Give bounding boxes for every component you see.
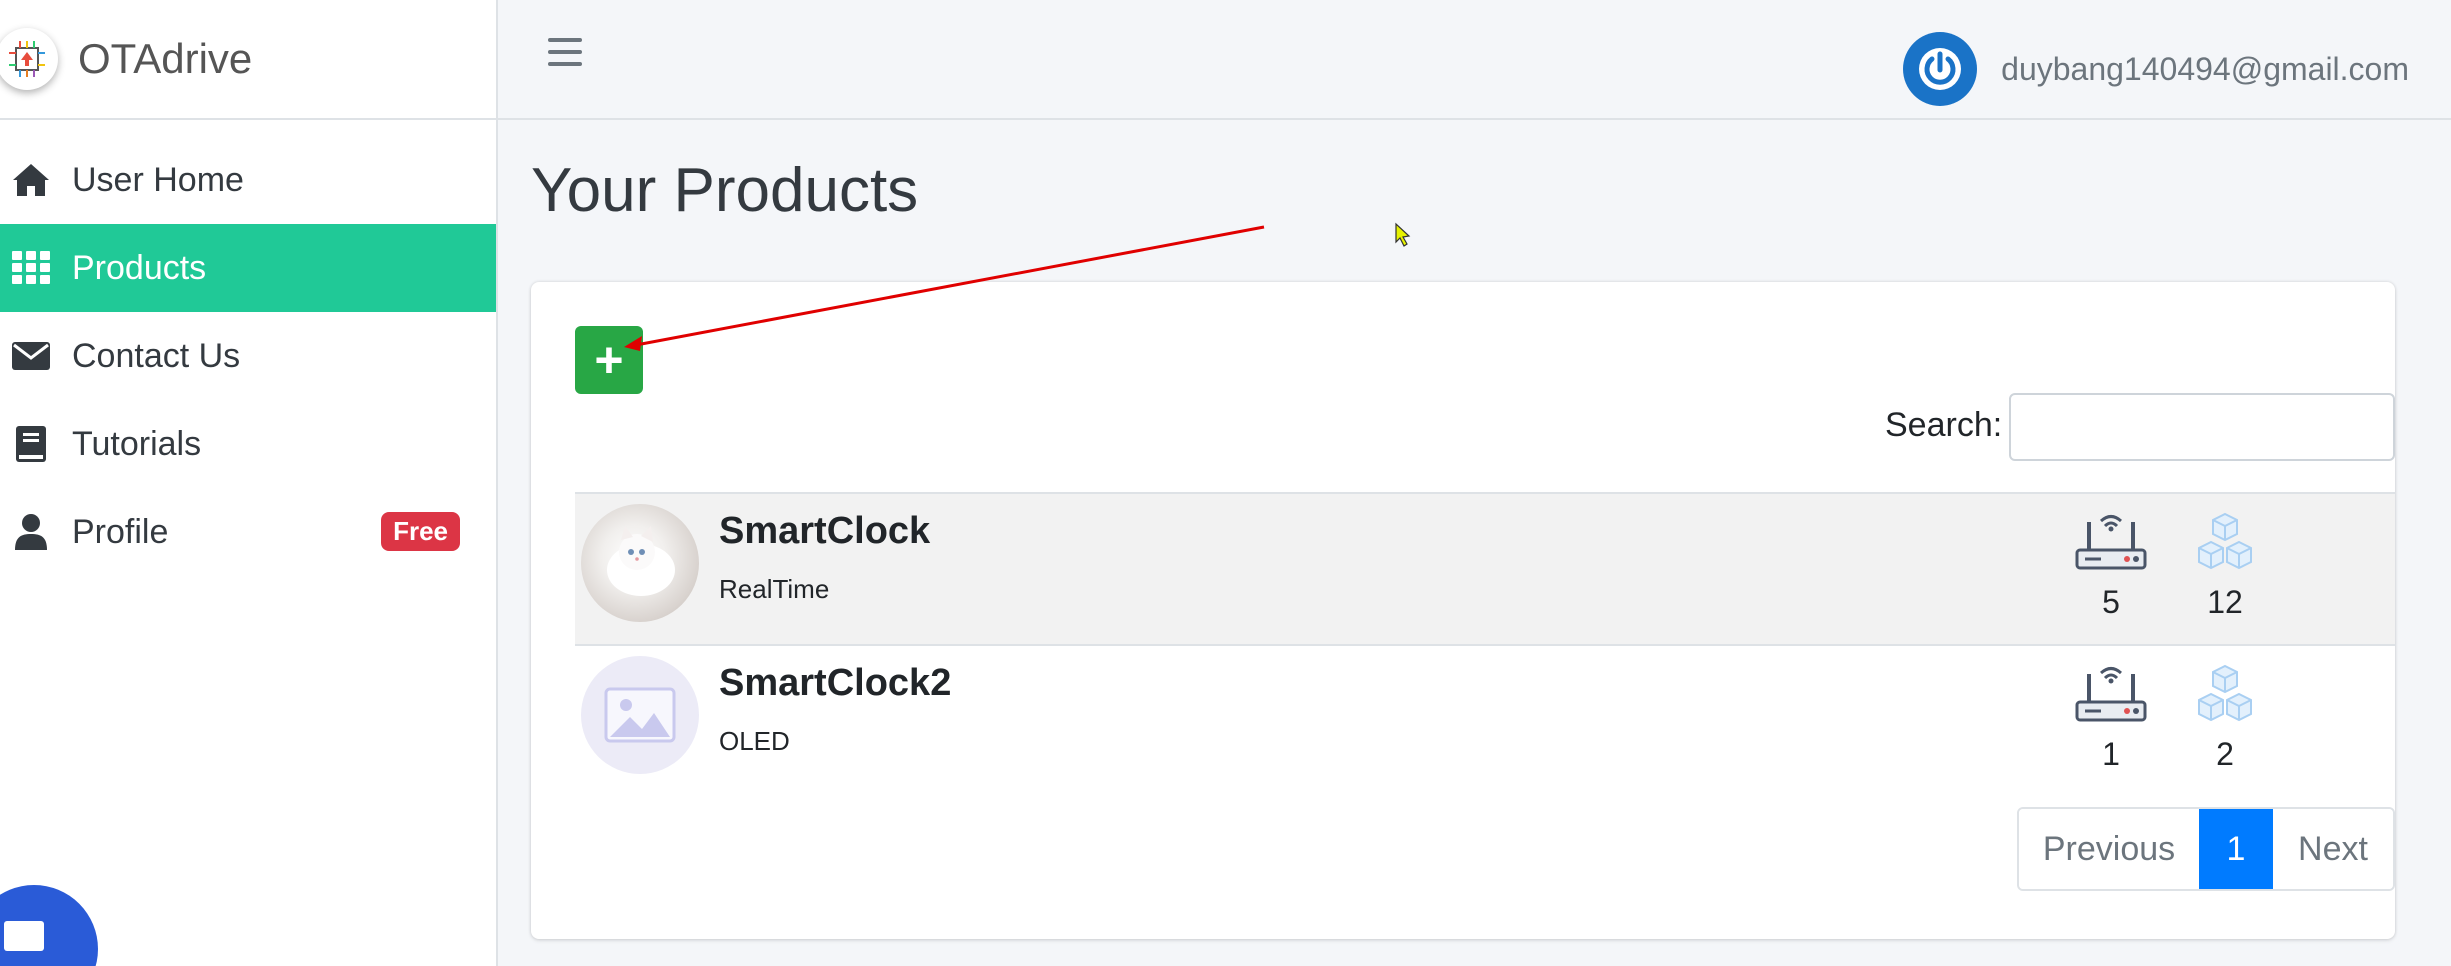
- table-row[interactable]: SmartClock RealTime 5 12: [575, 492, 2395, 644]
- product-description: RealTime: [719, 574, 830, 604]
- chat-icon: [4, 921, 44, 951]
- chip-logo-icon: [0, 28, 58, 90]
- sidebar-nav: User Home Products Contact Us Tutorials: [0, 136, 496, 576]
- firmwares-count: 2: [2216, 736, 2234, 772]
- cubes-icon: [2185, 664, 2265, 728]
- page-1-button[interactable]: 1: [2199, 809, 2273, 889]
- search-label: Search:: [1885, 406, 2003, 444]
- router-icon: [2071, 664, 2151, 728]
- menu-toggle-icon[interactable]: [548, 38, 582, 68]
- firmwares-count: 12: [2207, 584, 2243, 620]
- sidebar-item-profile[interactable]: Profile Free: [0, 488, 496, 576]
- sidebar-item-label: Profile: [72, 512, 169, 551]
- firmwares-stat[interactable]: 2: [2185, 664, 2265, 773]
- products-card: + Search: SmartClock RealTime 5 12 Smart…: [531, 282, 2395, 939]
- grid-icon: [10, 247, 52, 289]
- brand-name: OTAdrive: [78, 35, 253, 82]
- chat-widget-button[interactable]: [0, 885, 98, 966]
- sidebar: OTAdrive User Home Products Contact Us T…: [0, 0, 498, 966]
- sidebar-item-contact-us[interactable]: Contact Us: [0, 312, 496, 400]
- sidebar-item-user-home[interactable]: User Home: [0, 136, 496, 224]
- devices-stat[interactable]: 5: [2071, 512, 2151, 621]
- table-row[interactable]: SmartClock2 OLED 1 2: [575, 644, 2395, 796]
- sidebar-item-label: Contact Us: [72, 336, 241, 375]
- power-avatar-icon: [1903, 32, 1978, 106]
- add-product-button[interactable]: +: [575, 326, 643, 394]
- plan-badge: Free: [381, 512, 460, 551]
- products-table: SmartClock RealTime 5 12 SmartClock2 OLE…: [575, 492, 2395, 796]
- pagination: Previous 1 Next: [2017, 807, 2395, 891]
- product-name[interactable]: SmartClock2: [719, 662, 951, 705]
- sidebar-item-tutorials[interactable]: Tutorials: [0, 400, 496, 488]
- top-navbar: duybang140494@gmail.com: [498, 0, 2451, 120]
- image-placeholder-icon: [581, 656, 699, 774]
- devices-count: 1: [2102, 736, 2120, 772]
- product-description: OLED: [719, 726, 790, 756]
- devices-stat[interactable]: 1: [2071, 664, 2151, 773]
- user-menu[interactable]: duybang140494@gmail.com: [1903, 32, 2409, 106]
- user-email: duybang140494@gmail.com: [2001, 50, 2409, 87]
- sidebar-item-products[interactable]: Products: [0, 224, 496, 312]
- user-icon: [10, 511, 52, 553]
- sidebar-item-label: Products: [72, 248, 207, 287]
- product-thumbnail: [581, 504, 699, 622]
- sidebar-item-label: Tutorials: [72, 424, 202, 463]
- brand[interactable]: OTAdrive: [0, 0, 496, 120]
- next-page-button[interactable]: Next: [2273, 809, 2393, 889]
- product-name[interactable]: SmartClock: [719, 510, 930, 553]
- firmwares-stat[interactable]: 12: [2185, 512, 2265, 621]
- search-input[interactable]: [2009, 393, 2395, 461]
- router-icon: [2071, 512, 2151, 576]
- sidebar-item-label: User Home: [72, 160, 244, 199]
- book-icon: [10, 423, 52, 465]
- home-icon: [10, 159, 52, 201]
- cubes-icon: [2185, 512, 2265, 576]
- page-title: Your Products: [531, 156, 919, 225]
- mouse-cursor-icon: [1395, 222, 1411, 247]
- devices-count: 5: [2102, 584, 2120, 620]
- envelope-icon: [10, 335, 52, 377]
- previous-page-button[interactable]: Previous: [2019, 809, 2199, 889]
